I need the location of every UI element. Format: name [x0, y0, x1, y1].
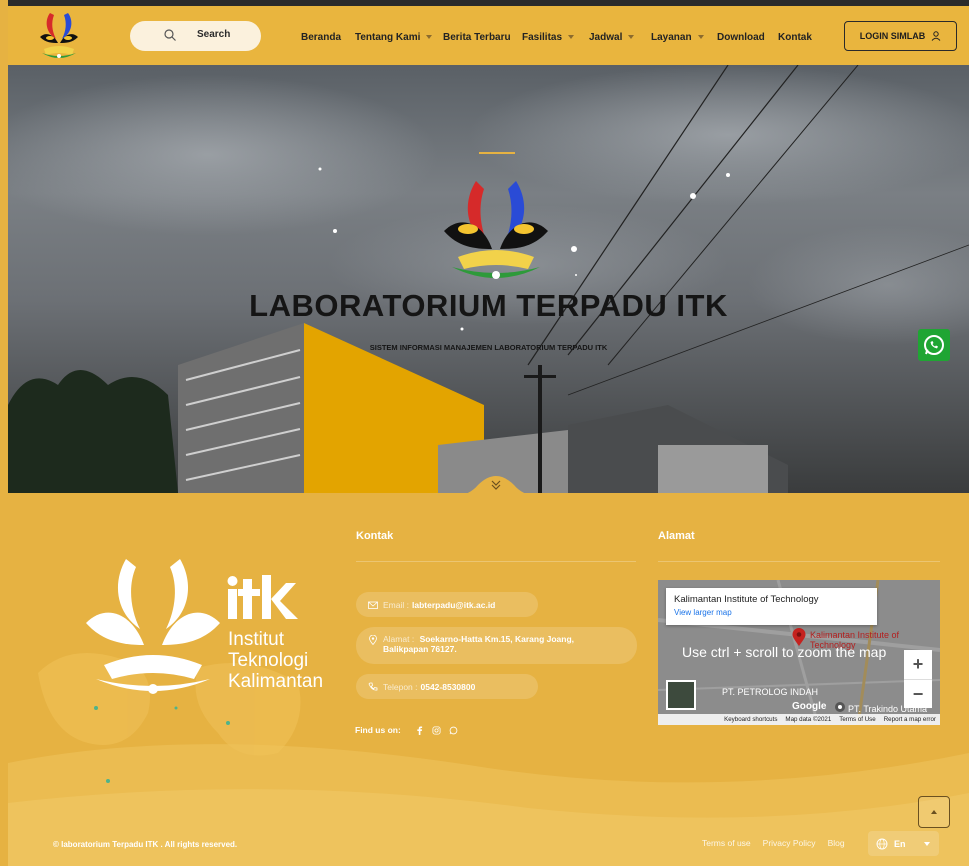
chevron-down-icon [923, 841, 930, 846]
logo-text-kalimantan: Kalimantan [228, 671, 323, 692]
facebook-icon[interactable] [415, 725, 424, 735]
contact-phone[interactable]: Telepon : 0542-8530800 [356, 674, 538, 699]
chevron-down-icon [568, 35, 575, 39]
chevron-down-icon [426, 35, 433, 39]
search-box[interactable]: Search [130, 21, 261, 51]
chevron-down-icon [628, 35, 635, 39]
login-label: LOGIN SIMLAB [859, 31, 926, 41]
location-pin-icon [369, 635, 377, 645]
whatsapp-icon [924, 335, 944, 355]
map-place-title: Kalimantan Institute of Technology [674, 594, 819, 605]
zoom-in-button[interactable]: + [904, 650, 932, 679]
map-data-text: Map data ©2021 [785, 716, 832, 723]
itk-logo[interactable] [36, 9, 82, 63]
nav-berita-terbaru[interactable]: Berita Terbaru [443, 31, 522, 43]
report-map-error-link[interactable]: Report a map error [884, 716, 936, 723]
itk-footer-logo: Institut Teknologi Kalimantan [86, 559, 323, 694]
scroll-down-button[interactable] [448, 467, 544, 493]
hero-subtitle: SISTEM INFORMASI MANAJEMEN LABORATORIUM … [369, 343, 608, 352]
phone-icon [368, 682, 378, 691]
itk-hero-logo [444, 181, 548, 279]
divider [356, 561, 636, 562]
hero-banner: LABORATORIUM TERPADU ITK SISTEM INFORMAS… [8, 65, 969, 493]
back-to-top-button[interactable] [918, 796, 950, 828]
site-header: Search Beranda Tentang Kami Berita Terba… [8, 6, 969, 65]
terms-of-use-link[interactable]: Terms of Use [839, 716, 875, 723]
social-links: Find us on: [355, 725, 458, 735]
main-nav: Beranda Tentang Kami Berita Terbaru Fasi… [301, 31, 818, 43]
nav-layanan[interactable]: Layanan [651, 31, 717, 43]
nav-beranda[interactable]: Beranda [301, 31, 355, 43]
google-map[interactable]: Kalimantan Institute of Technology Use c… [658, 580, 940, 725]
map-poi-icon [835, 702, 845, 712]
chevron-up-icon [931, 810, 937, 814]
language-value: En [894, 838, 906, 849]
footer-links: Terms of use Privacy Policy Blog [702, 838, 845, 848]
divider [658, 561, 940, 562]
nav-download[interactable]: Download [717, 31, 778, 43]
view-larger-map-link[interactable]: View larger map [674, 608, 869, 617]
hero-title: LABORATORIUM TERPADU ITK [249, 288, 728, 323]
contact-title: Kontak [356, 530, 394, 542]
map-zoom-controls: + − [904, 650, 932, 708]
logo-text-institut: Institut [228, 629, 285, 650]
logo-text-teknologi: Teknologi [228, 650, 308, 671]
nav-fasilitas[interactable]: Fasilitas [522, 31, 589, 43]
copyright-text: © laboratorium Terpadu ITK . All rights … [53, 840, 238, 849]
search-icon [164, 29, 176, 41]
contact-email[interactable]: Email : labterpadu@itk.ac.id [356, 592, 538, 617]
language-selector[interactable]: En [868, 831, 939, 856]
nav-tentang-kami[interactable]: Tentang Kami [355, 31, 443, 43]
map-satellite-toggle[interactable] [666, 680, 696, 710]
address-title: Alamat [658, 530, 695, 542]
zoom-out-button[interactable]: − [904, 679, 932, 708]
mail-icon [368, 601, 378, 609]
instagram-icon[interactable] [432, 725, 441, 735]
map-credits: Keyboard shortcuts Map data ©2021 Terms … [658, 714, 940, 725]
user-icon [931, 31, 941, 41]
map-zoom-hint: Use ctrl + scroll to zoom the map [682, 644, 887, 660]
blog-link[interactable]: Blog [828, 838, 845, 848]
nav-kontak[interactable]: Kontak [778, 31, 818, 43]
contact-address: Alamat : Soekarno-Hatta Km.15, Karang Jo… [356, 627, 637, 664]
hero-accent-bar [479, 152, 515, 154]
map-place-label: PT. PETROLOG INDAH [722, 687, 819, 697]
privacy-policy-link[interactable]: Privacy Policy [763, 838, 816, 848]
site-footer: Institut Teknologi Kalimantan Kontak Ema… [8, 493, 969, 866]
map-place-card: Kalimantan Institute of Technology View … [666, 588, 877, 625]
whatsapp-button[interactable] [918, 329, 950, 361]
keyboard-shortcuts-link[interactable]: Keyboard shortcuts [724, 716, 777, 723]
nav-jadwal[interactable]: Jadwal [589, 31, 651, 43]
search-label: Search [197, 29, 231, 40]
google-logo: Google [792, 701, 827, 712]
chevron-down-icon [697, 35, 704, 39]
whatsapp-icon[interactable] [449, 726, 458, 735]
globe-icon [876, 838, 888, 849]
login-simlab-button[interactable]: LOGIN SIMLAB [844, 21, 957, 51]
terms-of-use-link[interactable]: Terms of use [702, 838, 751, 848]
